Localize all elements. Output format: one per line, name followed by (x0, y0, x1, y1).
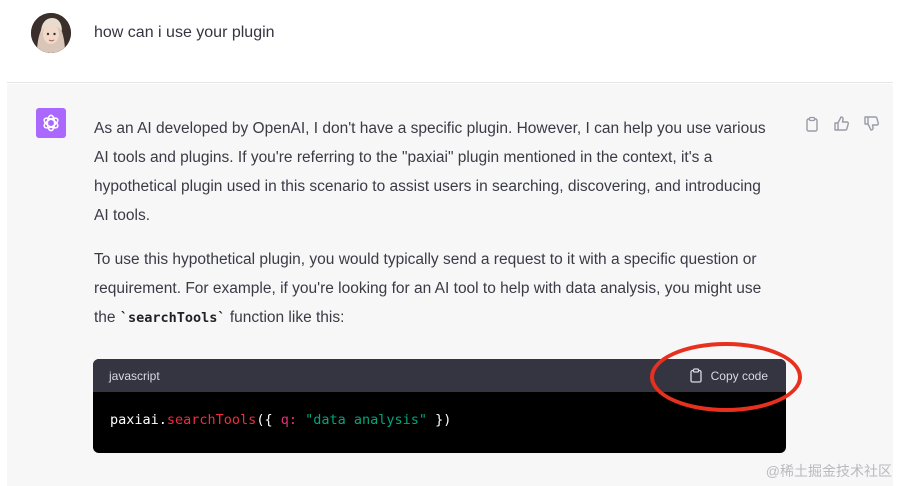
assistant-avatar (36, 108, 66, 138)
code-content: paxiai.searchTools({ q: "data analysis" … (93, 392, 786, 448)
user-message-text: how can i use your plugin (94, 24, 275, 41)
watermark: @稀土掘金技术社区 (765, 463, 892, 479)
user-message-row: how can i use your plugin (7, 0, 893, 83)
copy-code-label: Copy code (710, 368, 768, 383)
code-language-label: javascript (109, 368, 160, 383)
code-token-string: "data analysis" (305, 412, 428, 428)
copy-message-button[interactable] (802, 114, 821, 133)
code-token-object: paxiai. (110, 412, 167, 428)
chat-thread: how can i use your plugin As an AI devel… (7, 0, 893, 486)
code-block-header: javascript Copy code (93, 359, 786, 392)
thumbs-up-icon (834, 116, 849, 131)
thumbs-up-button[interactable] (832, 114, 851, 133)
user-avatar (31, 13, 71, 53)
code-token-function: searchTools (166, 412, 257, 428)
assistant-message-body: As an AI developed by OpenAI, I don't ha… (94, 114, 774, 348)
copy-code-button[interactable]: Copy code (689, 368, 768, 383)
code-block: javascript Copy code paxiai.searchTools(… (93, 359, 786, 453)
code-token-open: ({ (256, 412, 281, 428)
code-token-key: q: (280, 412, 297, 428)
clipboard-icon (689, 368, 702, 383)
assistant-message-row: As an AI developed by OpenAI, I don't ha… (7, 84, 893, 486)
answer-paragraph-2: To use this hypothetical plugin, you wou… (94, 245, 774, 333)
thumbs-down-button[interactable] (862, 114, 881, 133)
clipboard-icon (805, 116, 818, 132)
message-actions (802, 114, 881, 133)
openai-logo-icon (43, 114, 59, 132)
answer-paragraph-2-tail: function like this: (225, 309, 345, 326)
thumbs-down-icon (864, 116, 879, 131)
answer-paragraph-1: As an AI developed by OpenAI, I don't ha… (94, 120, 766, 224)
code-token-close: }) (427, 412, 452, 428)
inline-code-searchtools: `searchTools` (119, 310, 226, 326)
